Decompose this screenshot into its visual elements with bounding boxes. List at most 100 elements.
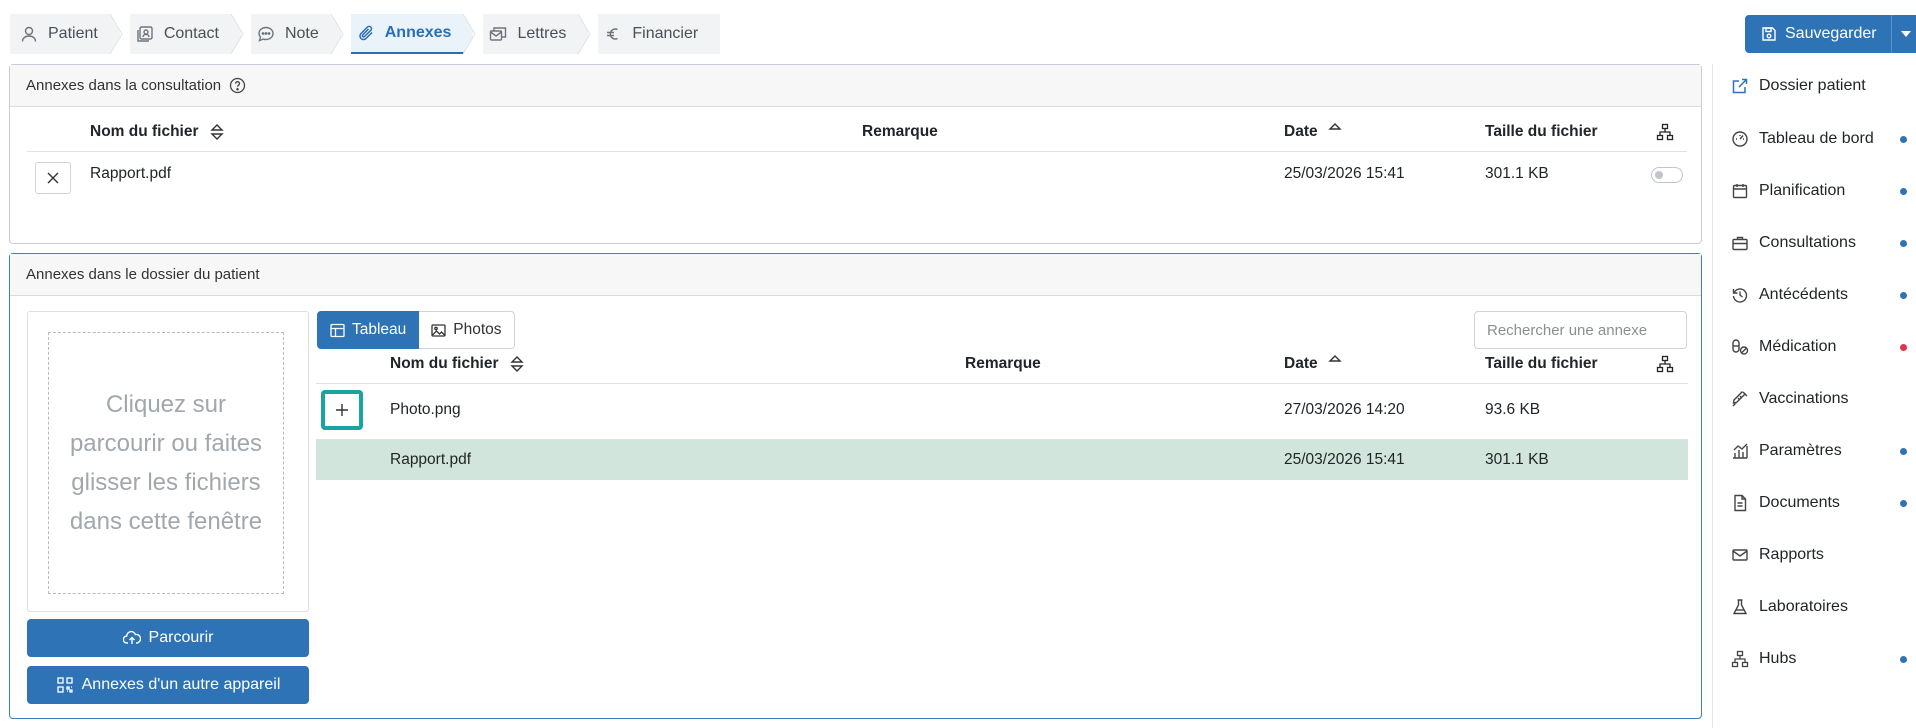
header-divider xyxy=(316,383,1688,384)
sort-ascending-icon[interactable] xyxy=(1327,121,1342,131)
envelope-icon xyxy=(1731,546,1749,564)
user-icon xyxy=(20,25,38,43)
size-cell: 301.1 KB xyxy=(1485,451,1549,468)
sidebar-item-medication[interactable]: Médication xyxy=(1731,335,1907,359)
hubs-icon xyxy=(1731,650,1749,668)
sidebar-item-laboratoires[interactable]: Laboratoires xyxy=(1731,595,1907,619)
paperclip-icon xyxy=(357,24,375,42)
sort-both-icon[interactable] xyxy=(209,123,225,141)
date-cell: 25/03/2026 15:41 xyxy=(1284,165,1405,182)
save-button-group: Sauvegarder xyxy=(1745,15,1916,53)
add-to-consultation-button[interactable] xyxy=(321,390,363,430)
chat-bubble-icon xyxy=(257,25,275,43)
file-name-cell[interactable]: Rapport.pdf xyxy=(90,159,171,189)
tab-note[interactable]: Note xyxy=(242,14,351,54)
column-header-label: Taille du fichier xyxy=(1485,355,1598,372)
file-name-cell[interactable]: Rapport.pdf xyxy=(390,445,471,475)
sidebar-item-label: Dossier patient xyxy=(1759,77,1866,94)
column-header-label: Date xyxy=(1284,355,1318,372)
tab-label: Patient xyxy=(48,25,98,42)
sidebar-item-antecedents[interactable]: Antécédents xyxy=(1731,283,1907,307)
column-header-name[interactable]: Nom du fichier xyxy=(90,117,225,147)
tab-patient[interactable]: Patient xyxy=(10,14,130,54)
visibility-toggle[interactable] xyxy=(1651,167,1683,183)
floppy-disk-icon xyxy=(1761,26,1777,42)
sidebar-item-label: Consultations xyxy=(1759,234,1856,251)
column-header-label: Nom du fichier xyxy=(390,355,499,372)
sidebar-item-consultations[interactable]: Consultations xyxy=(1731,231,1907,255)
sidebar-item-hubs[interactable]: Hubs xyxy=(1731,647,1907,671)
tab-label: Financier xyxy=(632,25,699,42)
size-cell: 93.6 KB xyxy=(1485,401,1541,418)
status-dot xyxy=(1900,447,1907,455)
sort-ascending-icon[interactable] xyxy=(1327,353,1342,363)
sidebar-item-planification[interactable]: Planification xyxy=(1731,179,1907,203)
sidebar-item-label: Antécédents xyxy=(1759,286,1848,303)
help-circle-icon[interactable] xyxy=(229,77,246,94)
column-chooser-icon[interactable] xyxy=(1656,122,1674,142)
size-cell: 301.1 KB xyxy=(1485,165,1549,182)
status-dot xyxy=(1900,239,1907,247)
euro-icon xyxy=(604,25,622,43)
plus-icon xyxy=(335,403,349,417)
column-header-label: Nom du fichier xyxy=(90,123,199,140)
tab-contact[interactable]: Contact xyxy=(121,14,251,54)
status-dot xyxy=(1900,135,1907,143)
column-header-label: Date xyxy=(1284,123,1318,140)
sidebar-item-vaccinations[interactable]: Vaccinations xyxy=(1731,387,1907,411)
patient-file-annexes-panel: Annexes dans le dossier du patient Cliqu… xyxy=(9,253,1702,719)
table-row-selected[interactable] xyxy=(316,440,1688,480)
close-icon xyxy=(47,172,59,184)
status-dot xyxy=(1900,187,1907,195)
consultation-table: Nom du fichier Remarque Date Taille du f… xyxy=(10,107,1703,243)
tab-annexes[interactable]: Annexes xyxy=(342,14,484,54)
tab-label: Note xyxy=(284,25,319,42)
sidebar-item-rapports[interactable]: Rapports xyxy=(1731,543,1907,567)
column-header-date[interactable]: Date xyxy=(1284,349,1342,379)
column-header-name[interactable]: Nom du fichier xyxy=(390,349,525,379)
sort-both-icon[interactable] xyxy=(509,355,525,373)
status-dot xyxy=(1900,291,1907,299)
status-dot xyxy=(1900,655,1907,663)
toggle-knob xyxy=(1655,171,1663,179)
pills-icon xyxy=(1731,338,1749,356)
save-dropdown-toggle[interactable] xyxy=(1890,15,1916,53)
tab-label: Contact xyxy=(163,25,219,42)
sidebar-item-documents[interactable]: Documents xyxy=(1731,491,1907,515)
column-header-label: Remarque xyxy=(965,355,1041,372)
briefcase-icon xyxy=(1731,234,1749,252)
alert-dot xyxy=(1900,343,1907,351)
tab-bar: Patient Contact Note Annexes Lettres Fin xyxy=(10,14,722,54)
save-label: Sauvegarder xyxy=(1785,25,1877,42)
panel-title: Annexes dans la consultation xyxy=(26,77,222,94)
dashboard-icon xyxy=(1731,130,1749,148)
status-dot xyxy=(1900,499,1907,507)
history-icon xyxy=(1731,286,1749,304)
sidebar-item-label: Hubs xyxy=(1759,650,1797,667)
column-chooser-icon[interactable] xyxy=(1656,354,1674,374)
letters-icon xyxy=(489,25,507,43)
date-cell: 25/03/2026 15:41 xyxy=(1284,451,1405,468)
file-name-cell[interactable]: Photo.png xyxy=(390,395,461,425)
sidebar-item-tableau-de-bord[interactable]: Tableau de bord xyxy=(1731,127,1907,151)
sidebar-item-label: Tableau de bord xyxy=(1759,130,1874,147)
consultation-annexes-panel: Annexes dans la consultation Nom du fich… xyxy=(9,64,1702,244)
syringe-icon xyxy=(1731,390,1749,408)
column-header-date[interactable]: Date xyxy=(1284,117,1342,147)
header-divider xyxy=(27,151,1687,152)
right-sidebar: Dossier patient Tableau de bord Planific… xyxy=(1712,64,1916,728)
flask-icon xyxy=(1731,598,1749,616)
column-header-label: Remarque xyxy=(862,123,938,140)
remove-annex-button[interactable] xyxy=(35,162,71,194)
sidebar-item-label: Vaccinations xyxy=(1759,390,1849,407)
sidebar-item-dossier-patient[interactable]: Dossier patient xyxy=(1731,74,1907,98)
patient-annexes-table: Nom du fichier Remarque Date Taille du f… xyxy=(10,254,1703,720)
save-button[interactable]: Sauvegarder xyxy=(1745,15,1891,53)
contact-card-icon xyxy=(136,25,154,43)
sidebar-item-parametres[interactable]: Paramètres xyxy=(1731,439,1907,463)
column-header-size: Taille du fichier xyxy=(1485,117,1598,147)
tab-financier[interactable]: Financier xyxy=(590,14,721,54)
column-header-size: Taille du fichier xyxy=(1485,349,1598,379)
tab-lettres[interactable]: Lettres xyxy=(475,14,599,54)
sidebar-item-label: Paramètres xyxy=(1759,442,1842,459)
